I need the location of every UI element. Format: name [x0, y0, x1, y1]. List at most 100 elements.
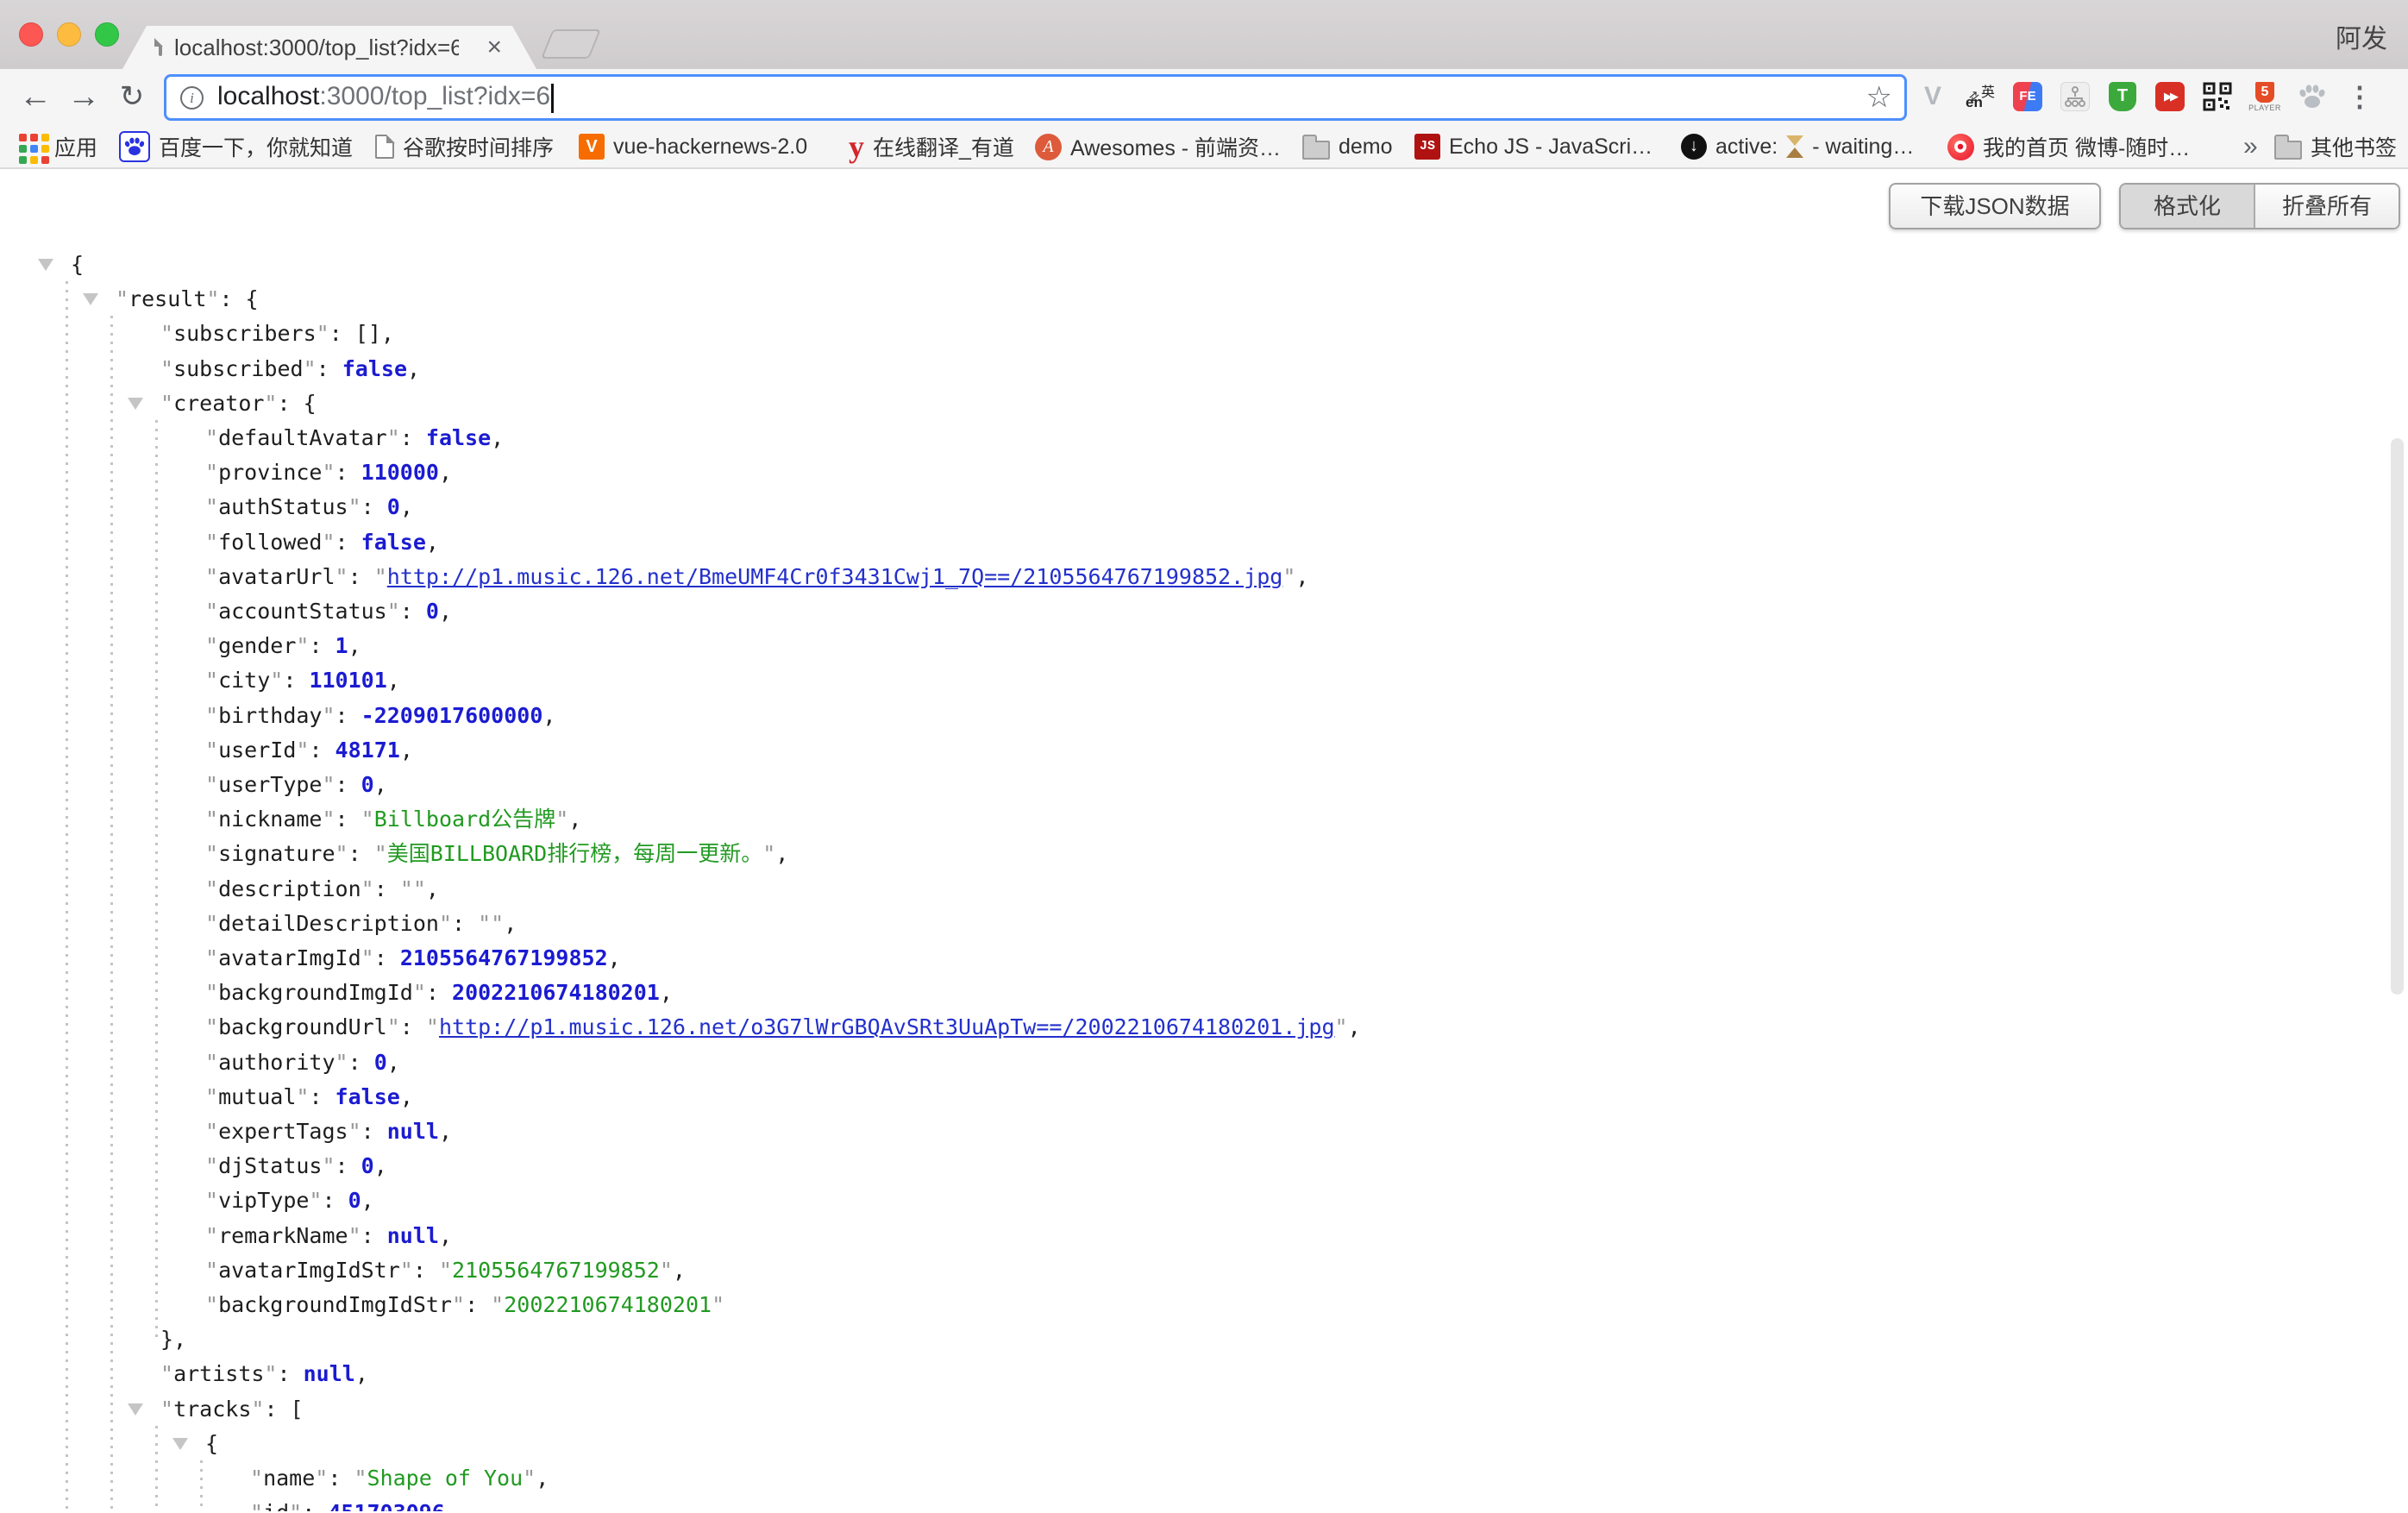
back-button[interactable]: ← — [14, 72, 57, 121]
zoom-window-button[interactable] — [95, 22, 119, 47]
json-token: " — [660, 1258, 673, 1283]
json-token: : — [400, 599, 426, 624]
bookmarks-overflow-chevron[interactable]: » — [2243, 126, 2258, 167]
json-link[interactable]: http://p1.music.126.net/BmeUMF4Cr0f3431C… — [387, 564, 1283, 589]
bookmark-item-awesomes[interactable]: A Awesomes - 前端资… — [1035, 126, 1281, 167]
json-line: "userId": 48171, — [0, 732, 2408, 768]
collapse-toggle-icon[interactable] — [128, 1403, 143, 1416]
video-forward-icon[interactable]: ▶▶ — [2155, 79, 2185, 114]
json-token: " — [374, 564, 387, 589]
browser-tab[interactable]: localhost:3000/top_list?idx=6 × — [122, 26, 536, 69]
json-token: " — [296, 738, 309, 763]
json-token: " — [205, 1223, 218, 1248]
json-token: " — [205, 841, 218, 866]
baidu-paw-icon — [119, 131, 150, 162]
close-window-button[interactable] — [19, 22, 43, 47]
json-token: "" — [400, 876, 426, 901]
json-token: , — [542, 703, 555, 728]
forward-button[interactable]: → — [62, 72, 105, 121]
other-bookmarks[interactable]: 其他书签 — [2274, 126, 2397, 167]
url-path: :3000/top_list?idx=6 — [319, 82, 550, 110]
url-input[interactable]: i localhost:3000/top_list?idx=6 ☆ — [164, 74, 1907, 121]
json-token: : — [335, 460, 361, 485]
json-token: " — [205, 703, 218, 728]
tab-close-icon[interactable]: × — [486, 33, 502, 62]
json-token: 0 — [361, 772, 374, 797]
html5-player-icon[interactable]: 5 PLAYER — [2250, 79, 2279, 114]
json-line: "artists": null, — [0, 1356, 2408, 1391]
json-token: 451703096 — [328, 1500, 444, 1511]
bookmark-item-demo[interactable]: demo — [1302, 126, 1393, 167]
json-token: : — [309, 738, 335, 763]
json-token: " — [387, 599, 400, 624]
folder-icon — [2274, 141, 2302, 160]
json-token: 2002210674180201 — [452, 980, 660, 1005]
url-host: localhost — [217, 82, 319, 110]
json-token: : — [328, 1466, 354, 1491]
page-info-icon[interactable]: i — [180, 86, 204, 110]
json-token: " — [361, 876, 374, 901]
json-token: " — [289, 1500, 302, 1511]
json-line: "signature": "美国BILLBOARD排行榜，每周一更新。", — [0, 836, 2408, 871]
profile-name[interactable]: 阿发 — [2336, 17, 2387, 55]
minimize-window-button[interactable] — [57, 22, 81, 47]
json-token: , — [673, 1258, 686, 1283]
json-token: " — [205, 564, 218, 589]
json-token: " — [205, 1258, 218, 1283]
json-token: expertTags — [218, 1119, 348, 1144]
json-token: : — [277, 1361, 303, 1386]
json-token: false — [426, 425, 491, 450]
bookmark-label: 谷歌按时间排序 — [403, 131, 554, 162]
bookmark-label: vue-hackernews-2.0 — [613, 135, 807, 160]
json-token: userType — [218, 772, 322, 797]
tampermonkey-icon[interactable]: T — [2108, 79, 2137, 114]
bookmark-item-echojs[interactable]: JS Echo JS - JavaScri… — [1414, 126, 1652, 167]
fe-helper-icon[interactable]: FE — [2013, 79, 2042, 114]
new-tab-button[interactable] — [541, 29, 601, 59]
json-token: 0 — [426, 599, 439, 624]
bookmark-item-youdao[interactable]: y 在线翻译_有道 — [849, 126, 1014, 167]
bookmark-item-vue-hackernews[interactable]: V vue-hackernews-2.0 — [579, 126, 807, 167]
bookmark-item-apps[interactable]: 应用 — [19, 126, 97, 167]
collapse-toggle-icon[interactable] — [38, 259, 53, 271]
bookmark-item-baidu[interactable]: 百度一下，你就知道 — [119, 126, 353, 167]
vue-devtools-icon[interactable]: V — [1918, 79, 1947, 114]
json-token: : — [335, 772, 361, 797]
sitemap-icon[interactable] — [2060, 79, 2090, 114]
awesomes-icon: A — [1035, 134, 1062, 160]
bookmark-label: active: — [1715, 135, 1778, 160]
json-token: , — [400, 494, 413, 519]
bookmark-item-active[interactable]: ↓ active: - waiting… — [1681, 126, 1914, 167]
json-token: , — [387, 668, 400, 693]
other-bookmarks-label: 其他书签 — [2311, 131, 2397, 162]
collapse-toggle-icon[interactable] — [172, 1438, 188, 1450]
paw-icon[interactable] — [2298, 79, 2327, 114]
json-token: , — [1295, 564, 1308, 589]
json-line: "id": 451703096, — [0, 1495, 2408, 1511]
json-token: " — [348, 1119, 361, 1144]
json-token: " — [322, 460, 335, 485]
reload-button[interactable]: ↻ — [110, 72, 154, 121]
browser-menu-icon[interactable]: ⋮ — [2345, 79, 2374, 114]
collapse-toggle-icon[interactable] — [128, 398, 143, 410]
json-token: subscribers — [173, 321, 317, 346]
bookmark-item-google-sort[interactable]: 谷歌按时间排序 — [375, 126, 554, 167]
json-token: : — [348, 1050, 374, 1075]
json-token: : — [283, 668, 309, 693]
qr-code-icon[interactable] — [2203, 79, 2232, 114]
json-token: " — [205, 772, 218, 797]
json-token: , — [608, 945, 621, 970]
json-link[interactable]: http://p1.music.126.net/o3G7lWrGBQAvSRt3… — [439, 1014, 1335, 1039]
json-token: 美国BILLBOARD排行榜，每周一更新。 — [387, 841, 762, 866]
vertical-scrollbar[interactable] — [2391, 438, 2404, 995]
json-token: " — [205, 633, 218, 658]
bookmark-item-weibo[interactable]: 我的首页 微博-随时… — [1947, 126, 2190, 167]
collapse-toggle-icon[interactable] — [83, 293, 98, 305]
translate-icon[interactable]: 英 ⇄ en — [1966, 79, 1995, 114]
json-token: 110101 — [309, 668, 386, 693]
json-token: : — [374, 876, 400, 901]
json-token: " — [116, 286, 129, 311]
json-token: " — [270, 668, 283, 693]
json-token: , — [407, 356, 420, 381]
bookmark-star-icon[interactable]: ☆ — [1866, 80, 1892, 115]
